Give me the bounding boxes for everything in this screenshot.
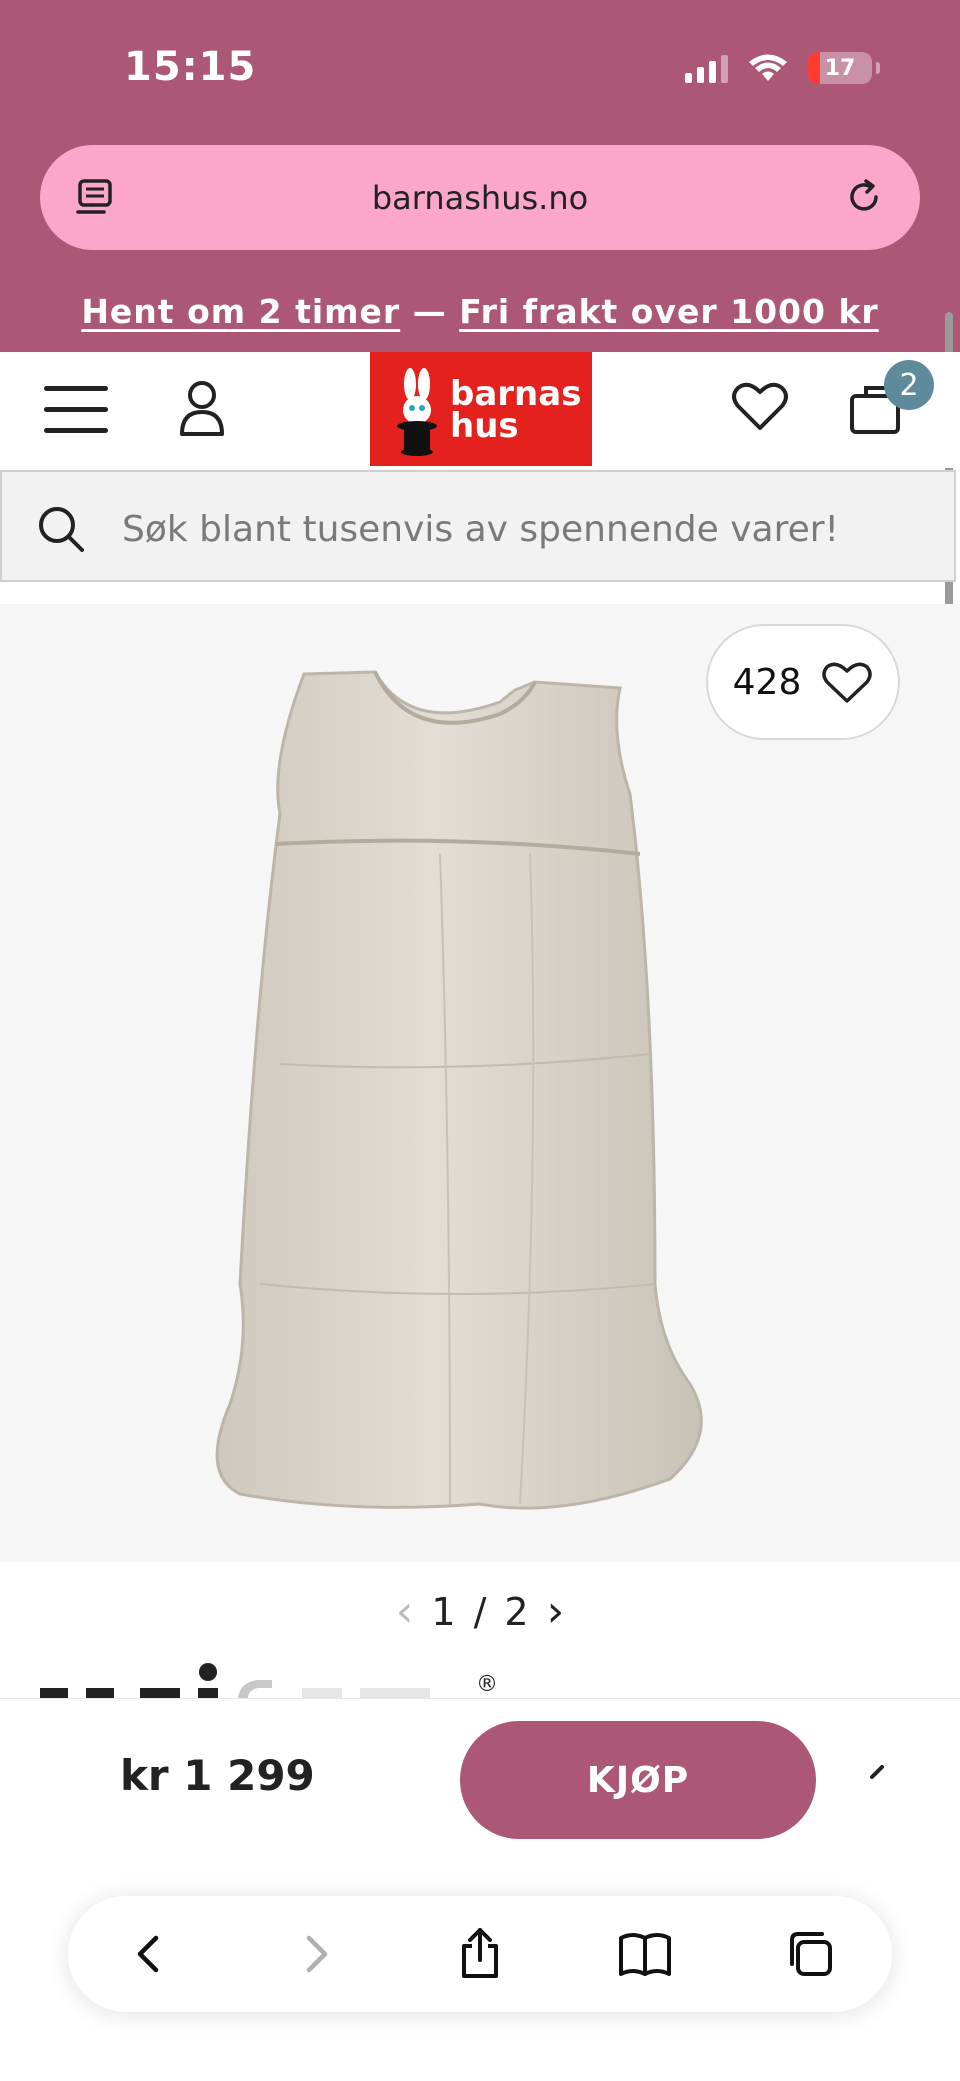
brand-logo-partial: ® <box>40 1658 500 1698</box>
forward-icon <box>306 1935 328 1973</box>
cart-count-badge[interactable]: 2 <box>884 360 934 410</box>
previous-image-chevron-icon[interactable]: ‹ <box>396 1586 414 1637</box>
back-icon <box>138 1935 159 1973</box>
menu-icon[interactable] <box>44 386 108 436</box>
user-icon[interactable] <box>176 378 228 438</box>
bookmarks-icon <box>618 1933 671 1976</box>
registered-mark: ® <box>476 1672 498 1697</box>
wifi-icon <box>749 54 787 81</box>
share-icon <box>461 1928 498 1978</box>
tabs-button[interactable] <box>782 1926 838 1982</box>
url-text: barnashus.no <box>371 178 589 217</box>
product-image-carousel[interactable]: 428 <box>0 604 960 1562</box>
promo-shipping-link[interactable]: Fri frakt over 1000 kr <box>459 292 879 331</box>
next-image-chevron-icon[interactable]: › <box>547 1586 565 1637</box>
battery-indicator: 17 <box>808 52 872 84</box>
promo-separator: — <box>400 292 460 331</box>
search-icon <box>39 507 84 552</box>
pager-current: 1 <box>431 1589 456 1634</box>
heart-icon <box>822 662 873 703</box>
tabs-icon <box>789 1932 832 1976</box>
partial-icon <box>870 1765 884 1779</box>
logo-text-line2: hus <box>450 406 519 446</box>
pager-separator: / <box>473 1589 487 1634</box>
image-pager: ‹ 1 / 2 › <box>0 1586 960 1637</box>
status-time: 15:15 <box>124 44 257 90</box>
product-image <box>215 670 703 1510</box>
share-button[interactable] <box>452 1926 508 1982</box>
search-input[interactable] <box>120 498 924 560</box>
brand-wordmark-icon <box>40 1663 430 1698</box>
bookmarks-button[interactable] <box>617 1926 673 1982</box>
site-header: barnas hus 2 <box>0 352 960 468</box>
bunny-hat-logo-icon <box>397 368 437 456</box>
heart-icon[interactable] <box>730 378 790 434</box>
site-logo[interactable]: barnas hus <box>370 352 592 466</box>
product-price: kr 1 299 <box>120 1751 315 1800</box>
favorite-count-button[interactable]: 428 <box>706 624 900 740</box>
search-bar[interactable] <box>0 470 956 582</box>
buy-bar: kr 1 299 KJØP <box>0 1698 960 1869</box>
favorite-count: 428 <box>732 661 802 703</box>
promo-pickup-link[interactable]: Hent om 2 timer <box>81 292 400 331</box>
pager-total: 2 <box>504 1589 529 1634</box>
tab-overview-icon[interactable] <box>74 175 118 219</box>
promo-banner: Hent om 2 timer — Fri frakt over 1000 kr <box>0 292 960 331</box>
reload-icon[interactable] <box>842 175 886 219</box>
browser-toolbar <box>68 1896 892 2012</box>
forward-button[interactable] <box>287 1926 343 1982</box>
back-button[interactable] <box>122 1926 178 1982</box>
cellular-signal-icon <box>685 53 728 83</box>
status-icons: 17 <box>685 48 880 88</box>
browser-chrome: 15:15 17 barnashus.no Hent om 2 timer — … <box>0 0 960 352</box>
address-bar[interactable]: barnashus.no <box>40 145 920 250</box>
buy-button[interactable]: KJØP <box>460 1721 816 1839</box>
